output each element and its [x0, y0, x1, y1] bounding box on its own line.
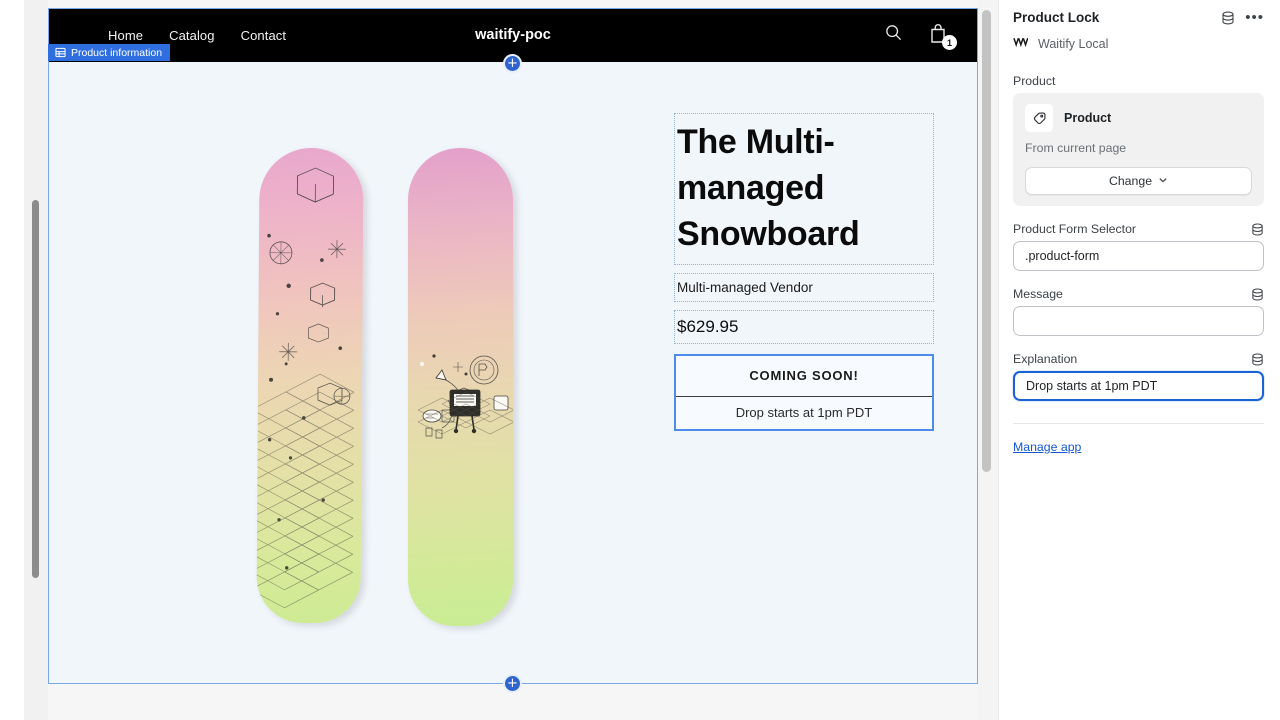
shop-name: waitify-poc [475, 27, 551, 43]
storefront-header-actions: 1 [884, 23, 957, 50]
section-badge-product-information[interactable]: Product information [48, 44, 171, 61]
product-image[interactable] [248, 147, 578, 648]
coming-soon-button[interactable]: COMING SOON! [676, 356, 932, 397]
app-name: Waitify Local [1038, 37, 1109, 51]
storefront-preview: Home Catalog Contact waitify-poc 1 The M… [48, 8, 978, 684]
panel-header-actions: ••• [1221, 10, 1264, 25]
explanation-input[interactable]: Drop starts at 1pm PDT [1013, 371, 1264, 401]
panel-header: Product Lock ••• [1013, 10, 1264, 26]
change-button-label: Change [1108, 174, 1153, 188]
app-identity: Waitify Local [1013, 34, 1264, 54]
section-layout-icon [55, 47, 66, 58]
field-message: Message [1013, 287, 1264, 336]
cart-count-badge: 1 [942, 35, 957, 50]
field-label-explanation: Explanation [1013, 352, 1078, 366]
database-icon[interactable] [1251, 223, 1264, 236]
product-lock-block[interactable]: COMING SOON! Drop starts at 1pm PDT [674, 353, 934, 431]
field-explanation: Explanation Drop starts at 1pm PDT [1013, 352, 1264, 401]
message-input[interactable] [1013, 306, 1264, 336]
product-vendor: Multi-managed Vendor [677, 279, 813, 295]
database-icon[interactable] [1251, 288, 1264, 301]
field-label-product-form-selector: Product Form Selector [1013, 222, 1137, 236]
product-price: $629.95 [677, 316, 739, 336]
canvas-scrollbar-left[interactable] [32, 200, 39, 578]
product-field-group: Product Product From current page Change [1013, 74, 1264, 206]
panel-title: Product Lock [1013, 10, 1100, 25]
waitify-logo-icon [1013, 34, 1029, 54]
add-section-top-button[interactable]: + [503, 54, 522, 73]
field-label-row: Product Form Selector [1013, 222, 1264, 236]
manage-app-link[interactable]: Manage app [1013, 440, 1081, 454]
product-tag-icon [1025, 104, 1053, 132]
preview-scrollbar-thumb[interactable] [982, 10, 991, 472]
product-card-subtitle: From current page [1025, 141, 1127, 155]
product-form-selector-input[interactable]: .product-form [1013, 241, 1264, 271]
field-label-row: Explanation [1013, 352, 1264, 366]
field-product-form-selector: Product Form Selector .product-form [1013, 222, 1264, 271]
database-icon[interactable] [1221, 11, 1235, 25]
panel-divider [1013, 423, 1264, 424]
canvas-left-gutter [0, 0, 24, 720]
add-section-bottom-button[interactable]: + [503, 674, 522, 693]
product-title-block[interactable]: The Multi-managed Snowboard [674, 113, 934, 265]
section-badge-label: Product information [71, 46, 163, 59]
product-card-top: Product [1025, 104, 1252, 132]
app-root: Home Catalog Contact waitify-poc 1 The M… [0, 0, 1280, 720]
product-info-block: The Multi-managed Snowboard Multi-manage… [674, 113, 934, 431]
product-price-block[interactable]: $629.95 [674, 309, 934, 344]
search-icon[interactable] [884, 23, 906, 47]
editor-canvas: Home Catalog Contact waitify-poc 1 The M… [0, 0, 998, 720]
more-horizontal-icon[interactable]: ••• [1245, 10, 1264, 25]
app-block-settings-panel: Product Lock ••• Waitify Local Product P… [998, 0, 1280, 720]
field-label-message: Message [1013, 287, 1063, 301]
database-icon[interactable] [1251, 353, 1264, 366]
change-product-button[interactable]: Change [1025, 167, 1252, 195]
drop-explanation-text: Drop starts at 1pm PDT [735, 405, 873, 421]
product-field-label: Product [1013, 74, 1056, 88]
shopping-bag-icon[interactable]: 1 [928, 23, 957, 50]
product-title: The Multi-managed Snowboard [677, 123, 860, 253]
chevron-down-icon [1158, 174, 1168, 188]
product-resource-card: Product From current page Change [1013, 93, 1264, 206]
snowboard-right [408, 148, 513, 626]
product-card-title: Product [1064, 111, 1112, 125]
product-vendor-block[interactable]: Multi-managed Vendor [674, 272, 934, 302]
snowboard-left [256, 147, 364, 624]
product-field-label-row: Product [1013, 74, 1264, 88]
field-label-row: Message [1013, 287, 1264, 301]
